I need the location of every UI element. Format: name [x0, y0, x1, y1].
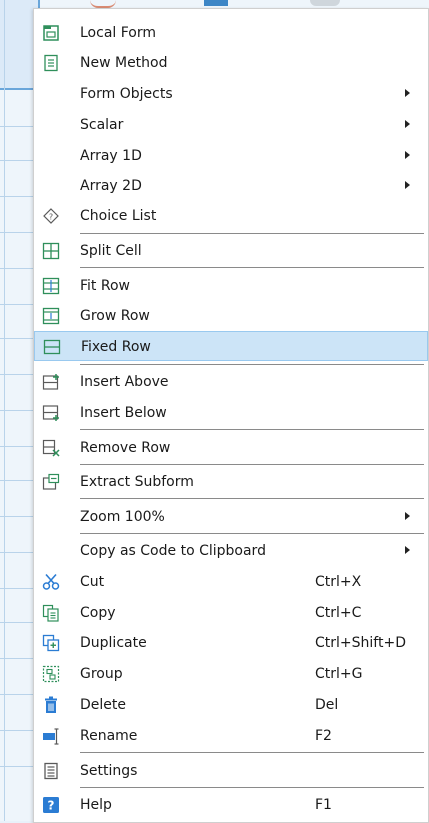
background-shape: [90, 0, 116, 8]
menu-item-shortcut: Ctrl+Shift+D: [315, 635, 406, 651]
menu-item-label: Choice List: [80, 208, 157, 224]
remove-row-icon: [42, 439, 60, 457]
menu-item-label: Remove Row: [80, 440, 171, 456]
menu-item-shortcut: Ctrl+X: [315, 574, 362, 590]
menu-separator: [80, 429, 424, 430]
menu-item-new-method[interactable]: New Method: [34, 48, 428, 78]
menu-item-label: Grow Row: [80, 308, 150, 324]
fixed-row-icon: [43, 339, 61, 355]
menu-item-shortcut: Ctrl+C: [315, 605, 362, 621]
menu-separator: [80, 364, 424, 365]
context-menu: Local Form New Method Form Objects Scala…: [33, 8, 429, 823]
menu-item-form-objects[interactable]: Form Objects: [34, 79, 428, 109]
menu-item-label: Group: [80, 666, 123, 682]
menu-item-label: Scalar: [80, 117, 124, 133]
rename-icon: [43, 728, 59, 745]
menu-item-label: Local Form: [80, 25, 157, 41]
menu-item-scalar[interactable]: Scalar: [34, 110, 428, 140]
menu-item-group[interactable]: Group Ctrl+G: [34, 659, 428, 689]
menu-item-choice-list[interactable]: ? Choice List: [34, 201, 428, 231]
menu-item-remove-row[interactable]: Remove Row: [34, 433, 428, 463]
menu-separator: [80, 267, 424, 268]
menu-item-grow-row[interactable]: Grow Row: [34, 301, 428, 331]
insert-below-icon: [42, 405, 59, 421]
menu-item-label: Zoom 100%: [80, 509, 165, 525]
menu-item-zoom[interactable]: Zoom 100%: [34, 502, 428, 532]
menu-item-cut[interactable]: Cut Ctrl+X: [34, 567, 428, 597]
background-shape: [310, 0, 340, 6]
menu-item-label: Copy as Code to Clipboard: [80, 543, 266, 559]
submenu-arrow-icon: [405, 89, 410, 97]
menu-separator: [80, 533, 424, 534]
menu-item-label: Cut: [80, 574, 105, 590]
menu-item-label: Fixed Row: [81, 339, 151, 355]
menu-item-label: Array 1D: [80, 148, 142, 164]
menu-separator: [80, 752, 424, 753]
menu-separator: [80, 233, 424, 234]
menu-separator: [80, 498, 424, 499]
submenu-arrow-icon: [405, 181, 410, 189]
menu-item-array-1d[interactable]: Array 1D: [34, 141, 428, 171]
fit-row-icon: [42, 277, 60, 295]
menu-item-extract-subform[interactable]: Extract Subform: [34, 467, 428, 497]
menu-item-label: Insert Above: [80, 374, 169, 390]
menu-item-fit-row[interactable]: Fit Row: [34, 271, 428, 301]
choice-list-icon: ?: [43, 208, 59, 224]
menu-item-label: Array 2D: [80, 178, 142, 194]
menu-item-label: Split Cell: [80, 243, 142, 259]
copy-icon: [42, 604, 59, 622]
menu-item-delete[interactable]: Delete Del: [34, 690, 428, 720]
submenu-arrow-icon: [405, 151, 410, 159]
menu-item-array-2d[interactable]: Array 2D: [34, 171, 428, 201]
extract-subform-icon: [42, 473, 60, 490]
menu-item-label: Help: [80, 797, 112, 813]
background-shape: [204, 0, 228, 6]
trash-icon: [45, 696, 57, 713]
menu-item-label: New Method: [80, 55, 168, 71]
menu-item-fixed-row[interactable]: Fixed Row: [34, 331, 428, 361]
menu-item-duplicate[interactable]: Duplicate Ctrl+Shift+D: [34, 628, 428, 658]
svg-text:?: ?: [49, 213, 53, 222]
menu-item-label: Duplicate: [80, 635, 147, 651]
settings-icon: [44, 762, 58, 780]
help-icon: ?: [43, 797, 59, 813]
menu-item-help[interactable]: ? Help F1: [34, 790, 428, 820]
menu-item-shortcut: F2: [315, 728, 332, 744]
insert-above-icon: [42, 374, 59, 390]
menu-item-label: Rename: [80, 728, 138, 744]
group-icon: [42, 665, 60, 683]
menu-item-label: Fit Row: [80, 278, 130, 294]
grow-row-icon: [42, 307, 60, 325]
submenu-arrow-icon: [405, 512, 410, 520]
menu-item-shortcut: F1: [315, 797, 332, 813]
menu-item-copy[interactable]: Copy Ctrl+C: [34, 598, 428, 628]
menu-item-copy-as-code[interactable]: Copy as Code to Clipboard: [34, 536, 428, 566]
menu-separator: [80, 464, 424, 465]
menu-item-label: Insert Below: [80, 405, 167, 421]
menu-item-label: Delete: [80, 697, 126, 713]
menu-item-label: Settings: [80, 763, 138, 779]
menu-item-shortcut: Del: [315, 697, 339, 713]
menu-item-rename[interactable]: Rename F2: [34, 721, 428, 751]
menu-item-insert-below[interactable]: Insert Below: [34, 398, 428, 428]
menu-item-settings[interactable]: Settings: [34, 756, 428, 786]
menu-item-label: Form Objects: [80, 86, 173, 102]
menu-item-insert-above[interactable]: Insert Above: [34, 367, 428, 397]
menu-item-label: Extract Subform: [80, 474, 194, 490]
menu-item-label: Copy: [80, 605, 116, 621]
local-form-icon: [43, 25, 59, 41]
duplicate-icon: [42, 634, 60, 652]
scissors-icon: [42, 573, 60, 590]
split-cell-icon: [42, 242, 60, 260]
menu-item-split-cell[interactable]: Split Cell: [34, 236, 428, 266]
menu-item-shortcut: Ctrl+G: [315, 666, 363, 682]
menu-separator: [80, 787, 424, 788]
new-method-icon: [44, 54, 58, 72]
svg-text:?: ?: [48, 799, 55, 813]
submenu-arrow-icon: [405, 546, 410, 554]
menu-item-local-form[interactable]: Local Form: [34, 18, 428, 48]
submenu-arrow-icon: [405, 120, 410, 128]
